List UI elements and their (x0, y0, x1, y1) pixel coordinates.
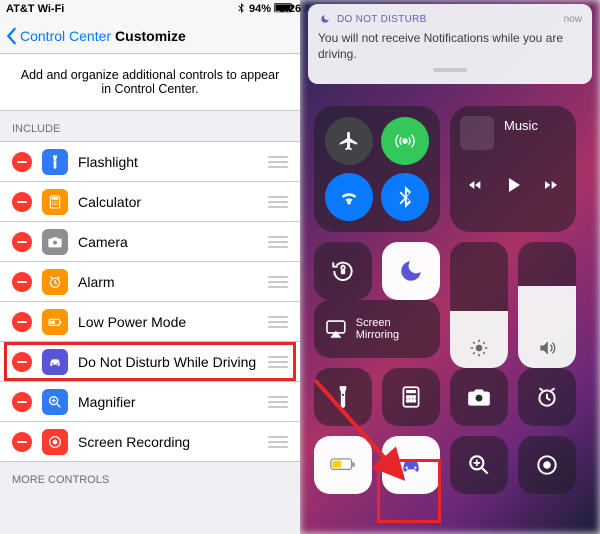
include-list: Flashlight Calculator Camera Alarm Low Power… (0, 141, 300, 462)
page-description: Add and organize additional controls to … (0, 54, 300, 111)
forward-icon[interactable] (543, 177, 559, 193)
notification-app: DO NOT DISTURB (318, 12, 427, 26)
flashlight-icon (42, 149, 68, 175)
connectivity-tile[interactable] (314, 106, 440, 232)
row-label: Camera (78, 234, 268, 250)
list-item[interactable]: Calculator (0, 182, 300, 222)
control-center-grid: Music (300, 98, 600, 534)
list-item[interactable]: Screen Recording (0, 422, 300, 462)
cellular-toggle[interactable] (381, 117, 429, 165)
control-center-screen: DO NOT DISTURB now You will not receive … (300, 0, 600, 534)
orientation-lock-tile[interactable] (314, 242, 372, 300)
drag-handle-icon[interactable] (268, 276, 288, 288)
magnifier-icon (42, 389, 68, 415)
row-label: Low Power Mode (78, 314, 268, 330)
section-header-include: INCLUDE (0, 111, 300, 141)
notification-body: You will not receive Notifications while… (318, 30, 582, 62)
calculator-icon (42, 189, 68, 215)
play-icon[interactable] (501, 173, 525, 197)
brightness-icon (450, 338, 508, 358)
do-not-disturb-tile[interactable] (382, 242, 440, 300)
page-title: Customize (115, 28, 186, 44)
row-label: Calculator (78, 194, 268, 210)
status-bar: AT&T Wi-Fi 8:26 AM 94% (0, 0, 300, 18)
drag-handle-icon[interactable] (268, 196, 288, 208)
remove-button[interactable] (12, 312, 32, 332)
back-button[interactable]: Control Center (6, 27, 111, 45)
remove-button[interactable] (12, 352, 32, 372)
low-power-tile[interactable] (314, 436, 372, 494)
list-item[interactable]: Low Power Mode (0, 302, 300, 342)
magnifier-tile[interactable] (450, 436, 508, 494)
section-header-more: MORE CONTROLS (0, 462, 300, 492)
mirroring-label: Screen Mirroring (356, 317, 430, 341)
settings-screen: AT&T Wi-Fi 8:26 AM 94% Control Center Cu… (0, 0, 300, 534)
car-icon (42, 349, 68, 375)
row-label: Alarm (78, 274, 268, 290)
bluetooth-toggle[interactable] (381, 173, 429, 221)
rewind-icon[interactable] (467, 177, 483, 193)
row-label: Magnifier (78, 394, 268, 410)
battery-icon (42, 309, 68, 335)
remove-button[interactable] (12, 192, 32, 212)
volume-slider[interactable] (518, 242, 576, 368)
calculator-tile[interactable] (382, 368, 440, 426)
moon-icon (318, 12, 332, 26)
row-label: Screen Recording (78, 434, 268, 450)
album-art-placeholder (460, 116, 494, 150)
row-label: Do Not Disturb While Driving (78, 354, 268, 370)
alarm-icon (42, 269, 68, 295)
airplay-icon (324, 316, 348, 342)
drag-handle-icon[interactable] (268, 396, 288, 408)
remove-button[interactable] (12, 432, 32, 452)
back-label: Control Center (20, 28, 111, 44)
volume-icon (518, 338, 576, 358)
notification-banner[interactable]: DO NOT DISTURB now You will not receive … (308, 4, 592, 84)
screen-mirroring-tile[interactable]: Screen Mirroring (314, 300, 440, 358)
brightness-slider[interactable] (450, 242, 508, 368)
remove-button[interactable] (12, 232, 32, 252)
wifi-toggle[interactable] (325, 173, 373, 221)
nav-bar: Control Center Customize (0, 18, 300, 54)
drag-handle-icon[interactable] (268, 236, 288, 248)
camera-tile[interactable] (450, 368, 508, 426)
list-item[interactable]: Camera (0, 222, 300, 262)
list-item[interactable]: Do Not Disturb While Driving (0, 342, 300, 382)
screen-recording-tile[interactable] (518, 436, 576, 494)
remove-button[interactable] (12, 272, 32, 292)
alarm-tile[interactable] (518, 368, 576, 426)
remove-button[interactable] (12, 152, 32, 172)
camera-icon (42, 229, 68, 255)
list-item[interactable]: Magnifier (0, 382, 300, 422)
row-label: Flashlight (78, 154, 268, 170)
drag-handle-icon[interactable] (268, 436, 288, 448)
list-item[interactable]: Alarm (0, 262, 300, 302)
notification-handle-icon[interactable] (433, 68, 467, 72)
list-item[interactable]: Flashlight (0, 142, 300, 182)
music-label: Music (504, 118, 566, 133)
drag-handle-icon[interactable] (268, 316, 288, 328)
remove-button[interactable] (12, 392, 32, 412)
flashlight-tile[interactable] (314, 368, 372, 426)
airplane-toggle[interactable] (325, 117, 373, 165)
drag-handle-icon[interactable] (268, 156, 288, 168)
record-icon (42, 429, 68, 455)
notification-time: now (564, 14, 582, 25)
drag-handle-icon[interactable] (268, 356, 288, 368)
dnd-driving-tile[interactable] (382, 436, 440, 494)
music-tile[interactable]: Music (450, 106, 576, 232)
